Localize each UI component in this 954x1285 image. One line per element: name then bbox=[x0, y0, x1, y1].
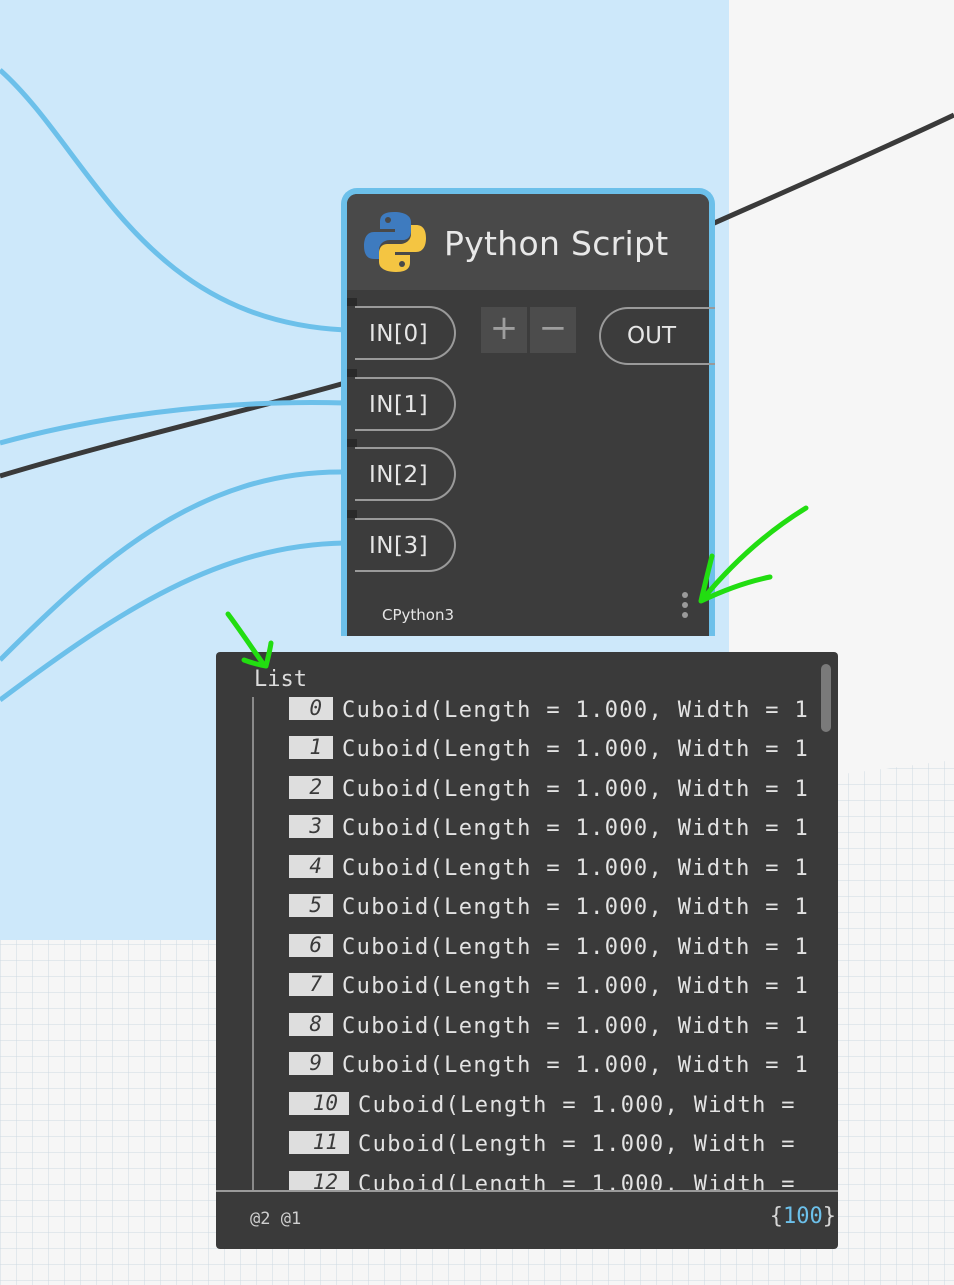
input-port-3[interactable]: IN[3] bbox=[355, 518, 456, 572]
item-count: {100} bbox=[770, 1204, 836, 1229]
item-index: 12 bbox=[289, 1171, 349, 1190]
node-header[interactable]: Python Script bbox=[347, 194, 709, 290]
item-index: 9 bbox=[289, 1052, 333, 1075]
item-index: 4 bbox=[289, 855, 333, 878]
item-value: Cuboid(Length = 1.000, Width = 1 bbox=[342, 737, 810, 762]
list-item: 5 Cuboid(Length = 1.000, Width = 1 bbox=[289, 894, 809, 924]
wire-in1[interactable] bbox=[0, 399, 346, 446]
engine-label: CPython3 bbox=[382, 606, 455, 624]
item-value: Cuboid(Length = 1.000, Width = 1 bbox=[342, 974, 810, 999]
item-value: Cuboid(Length = 1.000, Width = 1 bbox=[342, 935, 810, 960]
item-index: 11 bbox=[289, 1131, 349, 1154]
item-index: 5 bbox=[289, 894, 333, 917]
item-index: 7 bbox=[289, 973, 333, 996]
wire-in0[interactable] bbox=[0, 68, 346, 333]
count-brace-open: { bbox=[769, 1204, 783, 1229]
python-script-node[interactable]: Python Script IN[0] IN[1] IN[2] IN[3] + … bbox=[341, 188, 715, 636]
preview-footer: @2 @1 {100} bbox=[216, 1190, 838, 1249]
list-item: 11 Cuboid(Length = 1.000, Width = bbox=[289, 1131, 796, 1161]
item-index: 10 bbox=[289, 1092, 349, 1115]
list-item: 10 Cuboid(Length = 1.000, Width = bbox=[289, 1092, 796, 1122]
wire-out[interactable] bbox=[710, 112, 954, 227]
list-item: 9 Cuboid(Length = 1.000, Width = 1 bbox=[289, 1052, 809, 1082]
item-value: Cuboid(Length = 1.000, Width = bbox=[358, 1172, 796, 1190]
kebab-menu-icon[interactable] bbox=[678, 592, 692, 624]
list-item: 0 Cuboid(Length = 1.000, Width = 1 bbox=[289, 697, 809, 727]
list-item: 12 Cuboid(Length = 1.000, Width = bbox=[289, 1171, 796, 1190]
item-index: 8 bbox=[289, 1013, 333, 1036]
count-brace-close: } bbox=[822, 1204, 836, 1229]
item-value: Cuboid(Length = 1.000, Width = bbox=[358, 1093, 796, 1118]
item-index: 6 bbox=[289, 934, 333, 957]
preview-list[interactable]: List 0 Cuboid(Length = 1.000, Width = 1 1… bbox=[216, 652, 826, 1190]
tree-line bbox=[252, 697, 254, 1190]
list-item: 3 Cuboid(Length = 1.000, Width = 1 bbox=[289, 815, 809, 845]
item-value: Cuboid(Length = 1.000, Width = 1 bbox=[342, 856, 810, 881]
list-item: 1 Cuboid(Length = 1.000, Width = 1 bbox=[289, 736, 809, 766]
list-item: 8 Cuboid(Length = 1.000, Width = 1 bbox=[289, 1013, 809, 1043]
list-levels: @2 @1 bbox=[250, 1209, 302, 1229]
item-index: 1 bbox=[289, 736, 333, 759]
scrollbar-thumb[interactable] bbox=[821, 664, 831, 732]
list-header: List bbox=[254, 667, 307, 692]
input-port-0[interactable]: IN[0] bbox=[355, 306, 456, 360]
item-value: Cuboid(Length = 1.000, Width = bbox=[358, 1132, 796, 1157]
item-value: Cuboid(Length = 1.000, Width = 1 bbox=[342, 1014, 810, 1039]
python-logo-icon bbox=[364, 212, 426, 272]
remove-input-button[interactable]: − bbox=[530, 307, 576, 353]
wire-in2[interactable] bbox=[0, 469, 346, 662]
list-item: 2 Cuboid(Length = 1.000, Width = 1 bbox=[289, 776, 809, 806]
output-port[interactable]: OUT bbox=[599, 307, 715, 365]
list-item: 6 Cuboid(Length = 1.000, Width = 1 bbox=[289, 934, 809, 964]
list-item: 7 Cuboid(Length = 1.000, Width = 1 bbox=[289, 973, 809, 1003]
item-index: 2 bbox=[289, 776, 333, 799]
item-value: Cuboid(Length = 1.000, Width = 1 bbox=[342, 698, 810, 723]
count-value: 100 bbox=[783, 1204, 823, 1229]
port-notch bbox=[347, 369, 357, 377]
preview-bubble[interactable]: List 0 Cuboid(Length = 1.000, Width = 1 1… bbox=[216, 652, 838, 1249]
item-value: Cuboid(Length = 1.000, Width = 1 bbox=[342, 777, 810, 802]
item-index: 3 bbox=[289, 815, 333, 838]
input-port-1[interactable]: IN[1] bbox=[355, 377, 456, 431]
node-title: Python Script bbox=[444, 224, 669, 263]
add-input-button[interactable]: + bbox=[481, 307, 527, 353]
list-item: 4 Cuboid(Length = 1.000, Width = 1 bbox=[289, 855, 809, 885]
item-value: Cuboid(Length = 1.000, Width = 1 bbox=[342, 895, 810, 920]
item-value: Cuboid(Length = 1.000, Width = 1 bbox=[342, 1053, 810, 1078]
item-value: Cuboid(Length = 1.000, Width = 1 bbox=[342, 816, 810, 841]
port-notch bbox=[347, 439, 357, 447]
item-index: 0 bbox=[289, 697, 333, 720]
port-notch bbox=[347, 298, 357, 306]
input-port-2[interactable]: IN[2] bbox=[355, 447, 456, 501]
port-notch bbox=[347, 510, 357, 518]
